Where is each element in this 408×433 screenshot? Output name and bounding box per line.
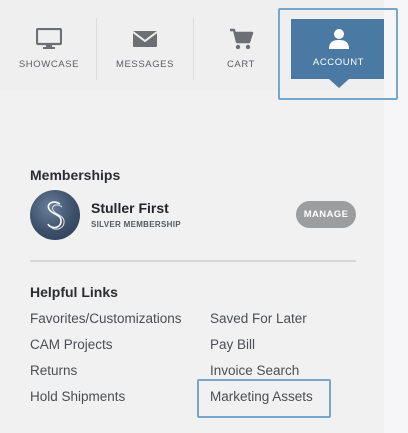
stuller-logo-icon — [47, 201, 65, 230]
cart-icon — [230, 28, 254, 50]
link-invoice-search[interactable]: Invoice Search — [210, 363, 299, 378]
link-pay-bill[interactable]: Pay Bill — [210, 337, 255, 352]
link-favorites-customizations[interactable]: Favorites/Customizations — [30, 311, 182, 326]
marketing-assets-focus-outline — [197, 379, 331, 418]
nav-showcase[interactable]: SHOWCASE — [12, 18, 86, 80]
envelope-icon — [132, 31, 158, 47]
memberships-title: Memberships — [30, 167, 121, 183]
link-hold-shipments[interactable]: Hold Shipments — [30, 389, 125, 404]
link-cam-projects[interactable]: CAM Projects — [30, 337, 113, 352]
avatar — [30, 190, 80, 240]
membership-name: Stuller First — [91, 200, 169, 216]
nav-messages-label: MESSAGES — [115, 59, 175, 70]
membership-level: SILVER MEMBERSHIP — [91, 220, 181, 229]
nav-showcase-label: SHOWCASE — [18, 59, 80, 70]
link-returns[interactable]: Returns — [30, 363, 77, 378]
manage-button[interactable]: MANAGE — [296, 201, 356, 228]
divider — [30, 260, 356, 262]
link-saved-for-later[interactable]: Saved For Later — [210, 311, 307, 326]
account-focus-outline — [278, 8, 398, 100]
nav-separator — [96, 18, 97, 80]
nav-separator — [193, 18, 194, 80]
nav-cart[interactable]: CART — [204, 18, 278, 80]
nav-cart-label: CART — [226, 59, 256, 70]
nav-messages[interactable]: MESSAGES — [108, 18, 182, 80]
helpful-links-title: Helpful Links — [30, 284, 118, 300]
monitor-icon — [36, 28, 62, 49]
